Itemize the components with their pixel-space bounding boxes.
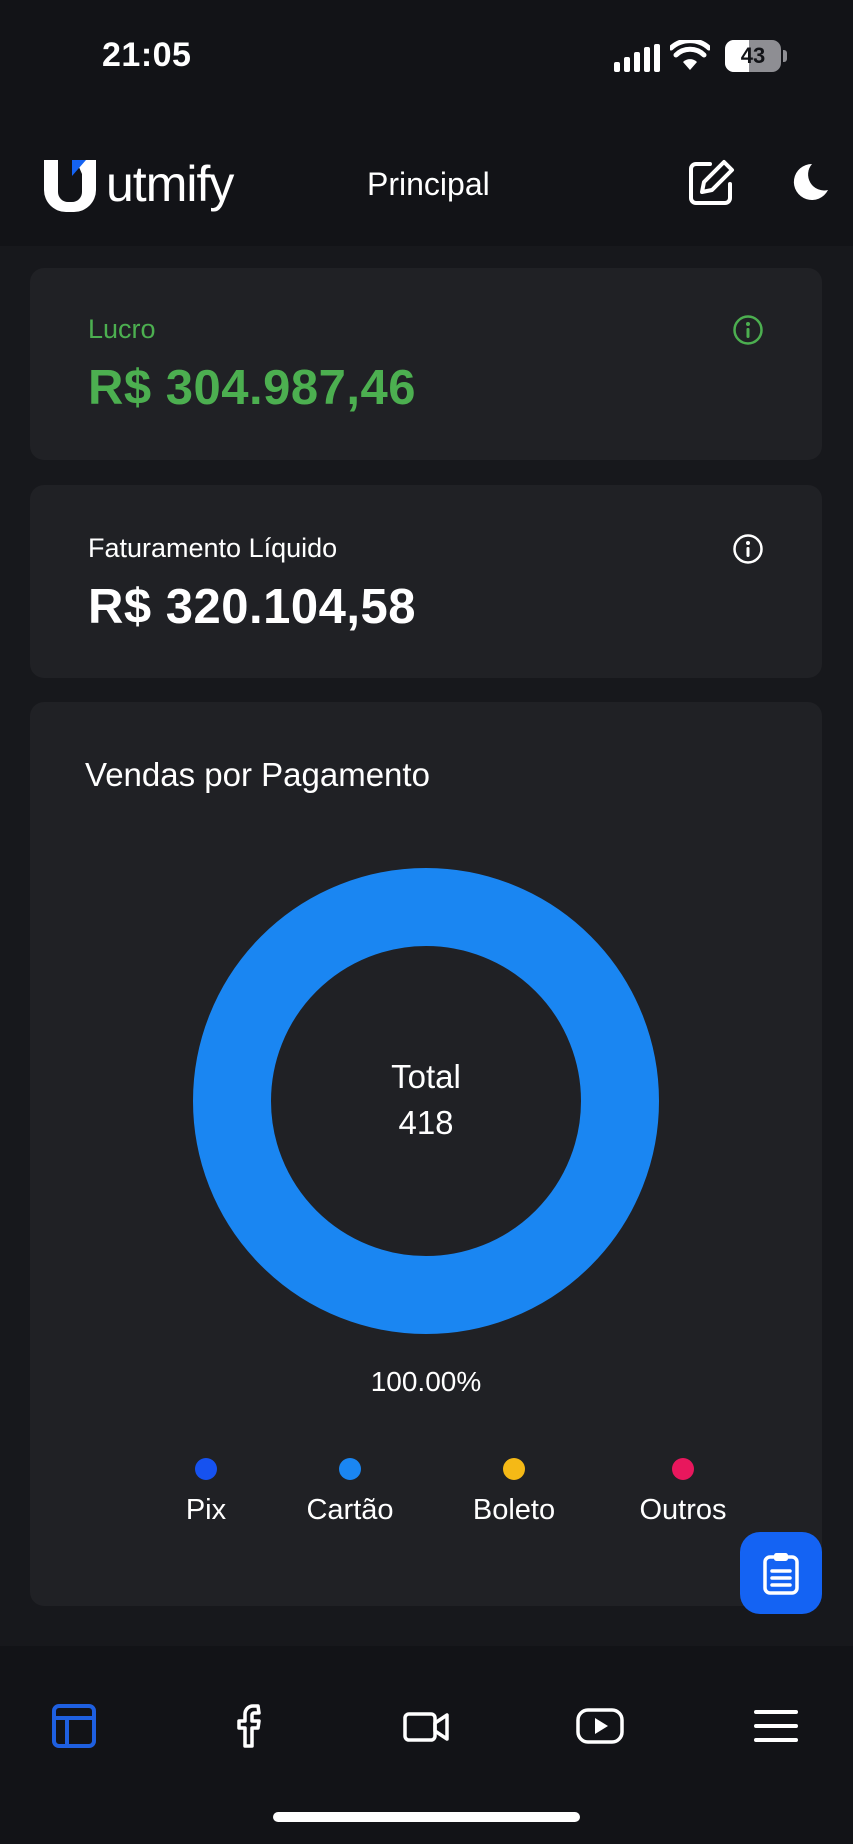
profit-label: Lucro — [88, 314, 156, 344]
home-indicator — [273, 1812, 580, 1822]
dashboard-icon[interactable] — [50, 1702, 98, 1750]
battery-cap — [783, 50, 787, 62]
revenue-label: Faturamento Líquido — [88, 533, 338, 563]
legend-dot-boleto — [503, 1458, 525, 1480]
legend-label-boleto: Boleto — [472, 1494, 556, 1526]
donut-chart — [193, 868, 659, 1334]
page-title: Principal — [367, 166, 490, 202]
status-time: 21:05 — [102, 36, 192, 74]
wifi-icon — [670, 40, 710, 70]
status-bar: 21:05 43 — [0, 0, 853, 110]
battery-body: 43 — [725, 40, 781, 72]
profit-card: Lucro R$ 304.987,46 — [30, 268, 822, 460]
slice-percentage-label: 100.00% — [370, 1366, 482, 1397]
revenue-value: R$ 320.104,58 — [88, 580, 416, 634]
legend-label-cartao: Cartão — [306, 1494, 394, 1526]
menu-icon[interactable] — [752, 1702, 800, 1750]
edit-icon[interactable] — [686, 158, 736, 208]
donut-slice-cartão[interactable] — [193, 868, 659, 1334]
legend-dot-pix — [195, 1458, 217, 1480]
chart-center-title: Total — [391, 1058, 461, 1095]
video-camera-icon[interactable] — [402, 1702, 450, 1750]
app-header: utmify Principal — [0, 118, 853, 246]
youtube-icon[interactable] — [576, 1702, 624, 1750]
legend-dot-outros — [672, 1458, 694, 1480]
revenue-card: Faturamento Líquido R$ 320.104,58 — [30, 485, 822, 678]
info-icon[interactable] — [732, 533, 764, 565]
sales-by-payment-card: Vendas por Pagamento Total 418 100.00% P… — [30, 702, 822, 1606]
info-icon[interactable] — [732, 314, 764, 346]
clipboard-fab-button[interactable] — [740, 1532, 822, 1614]
profit-value: R$ 304.987,46 — [88, 361, 416, 415]
logo-text: utmify — [106, 156, 234, 212]
moon-icon[interactable] — [786, 160, 830, 204]
app-screen: 21:05 43 utmify Principal Lucro R$ 304.9… — [0, 0, 853, 1844]
cellular-signal-icon — [614, 44, 660, 72]
battery-icon: 43 — [725, 40, 787, 72]
utmify-logo-icon — [44, 160, 96, 212]
legend-dot-cartao — [339, 1458, 361, 1480]
facebook-icon[interactable] — [228, 1702, 276, 1750]
chart-center-value: 418 — [398, 1104, 454, 1141]
app-logo[interactable]: utmify — [42, 154, 234, 214]
clipboard-icon — [763, 1553, 799, 1595]
battery-level: 43 — [740, 43, 766, 68]
legend-label-outros: Outros — [639, 1494, 727, 1526]
legend-label-pix: Pix — [185, 1494, 227, 1526]
